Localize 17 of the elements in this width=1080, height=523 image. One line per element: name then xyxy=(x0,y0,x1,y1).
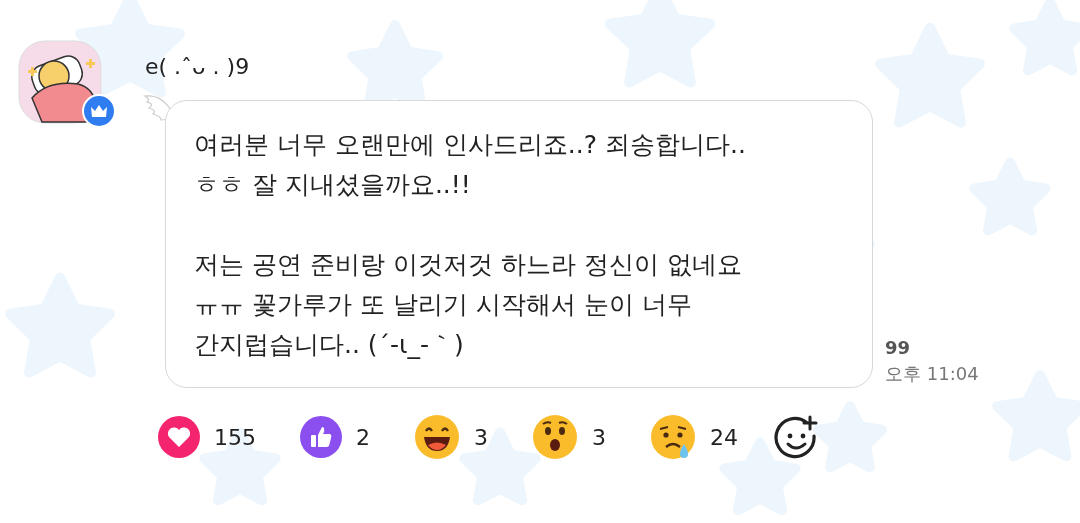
thumbs-up-icon[interactable] xyxy=(300,416,342,458)
reaction-count: 3 xyxy=(592,424,606,450)
unread-count: 99 xyxy=(885,337,911,358)
author-name: e( .ˆᴗ . )9 xyxy=(145,54,251,81)
surprised-face-icon[interactable] xyxy=(532,414,578,460)
reaction-count: 155 xyxy=(214,424,256,450)
reaction-count: 3 xyxy=(474,424,488,450)
crown-badge-icon xyxy=(82,94,116,128)
add-reaction-icon[interactable] xyxy=(774,414,820,460)
laughing-face-icon[interactable] xyxy=(414,414,460,460)
reaction-count: 24 xyxy=(710,424,738,450)
message-text: 여러분 너무 오랜만에 인사드리죠..? 죄송합니다.. ㅎㅎ 잘 지내셨을까요..!! xyxy=(194,129,747,201)
message-text: 저는 공연 준비랑 이것저것 하느라 정신이 없네요 ㅠㅠ 꽃가루가 또 날리기 시작해서 눈이 너무 간지럽습니다.. (´-ι_-｀) xyxy=(194,249,743,361)
message-time: 오후 11:04 xyxy=(885,362,979,386)
crying-face-icon[interactable] xyxy=(650,414,696,460)
avatar-drawing[interactable] xyxy=(18,40,102,124)
reaction-count: 2 xyxy=(356,424,370,450)
